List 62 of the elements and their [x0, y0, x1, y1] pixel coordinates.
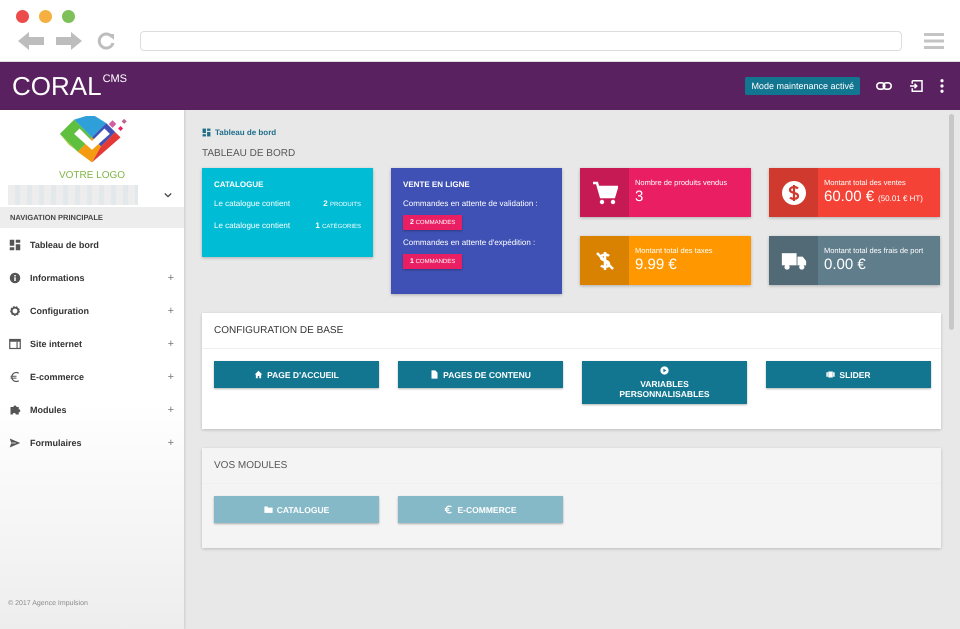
chevron-down-icon[interactable]	[164, 192, 172, 198]
info-icon	[9, 272, 21, 284]
cart-icon	[592, 180, 618, 204]
breadcrumb-link[interactable]: Tableau de bord	[215, 128, 276, 137]
shortcut-button[interactable]: PAGES DE CONTENU	[398, 361, 563, 388]
stat-value: 3	[635, 188, 644, 205]
nav-item[interactable]: Informations +	[0, 261, 184, 294]
send-icon	[9, 436, 21, 448]
folder-icon	[264, 505, 273, 514]
euro-icon	[444, 505, 454, 514]
logout-icon[interactable]	[908, 80, 924, 92]
expand-sign[interactable]: +	[168, 436, 174, 448]
scrollbar[interactable]	[949, 114, 954, 330]
stat-value: 60.00 € (50.01 € HT)	[824, 188, 923, 205]
forward-arrow-icon[interactable]	[54, 31, 84, 51]
logo-caption: VOTRE LOGO	[58, 170, 126, 181]
card-title: CATALOGUE	[214, 180, 264, 189]
close-dot[interactable]	[16, 10, 29, 23]
play-circle-icon	[660, 366, 669, 375]
browser-window-icon	[9, 338, 21, 350]
gear-icon	[9, 304, 21, 316]
expand-sign[interactable]: +	[168, 338, 174, 350]
stat-value: 9.99 €	[635, 256, 678, 273]
stat-value: 0.00 €	[824, 256, 867, 273]
catalogue-label: Le catalogue contient	[214, 199, 290, 208]
nav-item[interactable]: Configuration +	[0, 294, 184, 327]
orders-label: Commandes en attente de validation :	[403, 199, 539, 208]
shortcut-button[interactable]: PAGE D'ACCUEIL	[214, 361, 379, 388]
euro-icon	[9, 370, 21, 382]
nav-item[interactable]: E-commerce +	[0, 360, 184, 393]
puzzle-icon	[9, 404, 21, 416]
catalogue-label: Le catalogue contient	[214, 221, 290, 230]
file-icon	[430, 370, 440, 379]
page-title: TABLEAU DE BORD	[202, 148, 296, 159]
shortcut-button[interactable]: VARIABLES PERSONNALISABLES	[582, 361, 747, 404]
minimize-dot[interactable]	[39, 10, 52, 23]
nav-item[interactable]: Modules +	[0, 393, 184, 426]
slides-icon	[826, 370, 836, 379]
menu-icon[interactable]	[924, 33, 944, 49]
back-arrow-icon[interactable]	[16, 31, 46, 51]
expand-sign[interactable]: +	[168, 404, 174, 416]
maximize-dot[interactable]	[62, 10, 75, 23]
expand-sign[interactable]: +	[168, 304, 174, 316]
nav-item[interactable]: Formulaires +	[0, 426, 184, 459]
section-title: VOS MODULES	[202, 448, 941, 484]
dashboard-icon	[202, 128, 211, 137]
home-icon	[254, 370, 264, 379]
nav-item[interactable]: Site internet +	[0, 327, 184, 360]
card-title: VENTE EN LIGNE	[403, 180, 471, 189]
dashboard-icon	[9, 238, 21, 250]
nav-item[interactable]: Tableau de bord	[0, 228, 184, 261]
link-icon[interactable]	[876, 80, 892, 92]
expand-sign[interactable]: +	[168, 370, 174, 382]
shortcut-button[interactable]: SLIDER	[766, 361, 931, 388]
expand-sign[interactable]: +	[168, 272, 174, 284]
orders-label: Commandes en attente d'expédition :	[403, 238, 536, 247]
dollar-coin-icon	[780, 180, 806, 204]
section-title: CONFIGURATION DE BASE	[202, 313, 941, 349]
reload-icon[interactable]	[96, 31, 116, 51]
more-icon[interactable]	[940, 79, 944, 93]
address-bar[interactable]	[140, 31, 902, 51]
maintenance-button[interactable]: Mode maintenance activé	[745, 77, 860, 95]
